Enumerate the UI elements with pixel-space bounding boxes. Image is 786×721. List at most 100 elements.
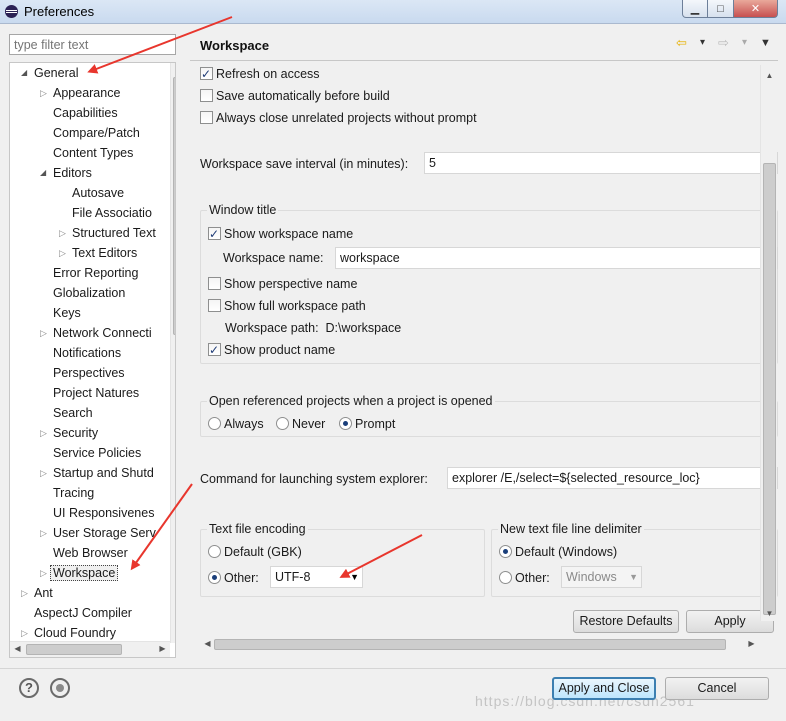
- forward-icon[interactable]: ⇨: [718, 35, 729, 51]
- tree-item-file-associatio[interactable]: File Associatio: [72, 203, 152, 223]
- settings-horizontal-scroll-thumb[interactable]: [214, 639, 726, 650]
- delimiter-other-option[interactable]: Other:: [499, 568, 550, 588]
- scroll-left-icon[interactable]: ◀: [10, 644, 25, 653]
- encoding-other-option[interactable]: Other:: [208, 568, 259, 588]
- help-icon[interactable]: ?: [19, 678, 39, 698]
- tree-item-service-policies[interactable]: Service Policies: [53, 443, 141, 463]
- tree-item-editors[interactable]: ◢ Editors: [40, 163, 92, 183]
- collapsed-arrow-icon[interactable]: ▷: [59, 223, 69, 243]
- show-product-name-row[interactable]: Show product name: [208, 340, 335, 360]
- collapsed-arrow-icon[interactable]: ▷: [40, 323, 50, 343]
- scroll-left-icon[interactable]: ◀: [200, 639, 215, 648]
- tree-horizontal-scrollbar[interactable]: ◀ ▶: [10, 641, 170, 657]
- tree-item-keys[interactable]: Keys: [53, 303, 81, 323]
- option-never[interactable]: Never: [276, 414, 325, 434]
- scroll-up-icon[interactable]: ▲: [171, 64, 176, 73]
- option-always[interactable]: Always: [208, 414, 264, 434]
- collapsed-arrow-icon[interactable]: ▷: [40, 463, 50, 483]
- settings-vertical-scroll-thumb[interactable]: [763, 163, 776, 615]
- cancel-button[interactable]: Cancel: [665, 677, 769, 700]
- tree-item-aspectj-compiler[interactable]: AspectJ Compiler: [34, 603, 132, 623]
- tree-item-perspectives[interactable]: Perspectives: [53, 363, 125, 383]
- save-interval-input[interactable]: 5: [424, 152, 778, 174]
- tree-item-content-types[interactable]: Content Types: [53, 143, 133, 163]
- collapsed-arrow-icon[interactable]: ▷: [21, 583, 31, 603]
- show-workspace-name-checkbox[interactable]: [208, 224, 221, 244]
- tree-item-notifications[interactable]: Notifications: [53, 343, 121, 363]
- always-radio[interactable]: [208, 417, 221, 430]
- tree-vertical-scrollbar[interactable]: ▲ ▼: [170, 63, 176, 643]
- tree-item-autosave[interactable]: Autosave: [72, 183, 124, 203]
- restore-defaults-button[interactable]: Restore Defaults: [573, 610, 679, 633]
- encoding-default-radio[interactable]: [208, 545, 221, 558]
- close-button[interactable]: ✕: [734, 0, 778, 18]
- tree-item-startup-and-shutd[interactable]: ▷ Startup and Shutd: [40, 463, 154, 483]
- tree-item-ant[interactable]: ▷ Ant: [21, 583, 53, 603]
- delimiter-default-option[interactable]: Default (Windows): [499, 542, 617, 562]
- tree-horizontal-scroll-thumb[interactable]: [26, 644, 122, 655]
- tree-item-web-browser[interactable]: Web Browser: [53, 543, 128, 563]
- scroll-right-icon[interactable]: ▶: [155, 644, 170, 653]
- show-perspective-name-checkbox[interactable]: [208, 277, 221, 290]
- tree-vertical-scroll-thumb[interactable]: [173, 77, 175, 335]
- settings-horizontal-scrollbar[interactable]: ◀ ▶: [200, 637, 760, 653]
- tree-item-structured-text[interactable]: ▷ Structured Text: [59, 223, 156, 243]
- show-full-path-checkbox[interactable]: [208, 299, 221, 312]
- back-icon[interactable]: ⇦: [676, 35, 687, 51]
- delimiter-select[interactable]: Windows ▼: [561, 566, 642, 588]
- tree-item-network-connecti[interactable]: ▷ Network Connecti: [40, 323, 152, 343]
- collapsed-arrow-icon[interactable]: ▷: [21, 623, 31, 643]
- explorer-command-input[interactable]: explorer /E,/select=${selected_resource_…: [447, 467, 778, 489]
- scroll-down-icon[interactable]: ▼: [171, 629, 176, 638]
- tree-item-search[interactable]: Search: [53, 403, 93, 423]
- tree-item-error-reporting[interactable]: Error Reporting: [53, 263, 138, 283]
- always-close-row[interactable]: Always close unrelated projects without …: [200, 108, 477, 128]
- refresh-on-access-row[interactable]: Refresh on access: [200, 64, 320, 84]
- encoding-select[interactable]: UTF-8 ▼: [270, 566, 363, 588]
- show-perspective-name-row[interactable]: Show perspective name: [208, 274, 357, 294]
- collapsed-arrow-icon[interactable]: ▷: [59, 243, 69, 263]
- workspace-name-input[interactable]: workspace: [335, 247, 778, 269]
- show-product-name-checkbox[interactable]: [208, 340, 221, 360]
- tree-item-project-natures[interactable]: Project Natures: [53, 383, 139, 403]
- tree-item-user-storage-serv[interactable]: ▷ User Storage Serv: [40, 523, 156, 543]
- import-export-icon[interactable]: [50, 678, 70, 698]
- tree-item-globalization[interactable]: Globalization: [53, 283, 125, 303]
- back-dropdown-icon[interactable]: ▾: [700, 37, 705, 48]
- encoding-default-option[interactable]: Default (GBK): [208, 542, 302, 562]
- collapsed-arrow-icon[interactable]: ▷: [40, 523, 50, 543]
- forward-dropdown-icon[interactable]: ▾: [742, 37, 747, 48]
- apply-and-close-button[interactable]: Apply and Close: [552, 677, 656, 700]
- scroll-right-icon[interactable]: ▶: [744, 639, 759, 648]
- option-prompt[interactable]: Prompt: [339, 414, 395, 434]
- show-full-path-row[interactable]: Show full workspace path: [208, 296, 366, 316]
- expanded-arrow-icon[interactable]: ◢: [40, 163, 50, 183]
- never-radio[interactable]: [276, 417, 289, 430]
- tree-item-ui-responsivenes[interactable]: UI Responsivenes: [53, 503, 154, 523]
- show-workspace-name-row[interactable]: Show workspace name: [208, 224, 353, 244]
- tree-item-workspace[interactable]: ▷ Workspace: [40, 563, 119, 583]
- minimize-button[interactable]: ▁: [682, 0, 708, 18]
- tree-item-cloud-foundry[interactable]: ▷ Cloud Foundry: [21, 623, 116, 643]
- delimiter-default-radio[interactable]: [499, 545, 512, 558]
- collapsed-arrow-icon[interactable]: ▷: [40, 83, 50, 103]
- encoding-other-radio[interactable]: [208, 571, 221, 584]
- save-automatically-checkbox[interactable]: [200, 89, 213, 102]
- filter-input[interactable]: [9, 34, 176, 55]
- scroll-down-icon[interactable]: ▼: [762, 609, 777, 618]
- collapsed-arrow-icon[interactable]: ▷: [40, 563, 50, 583]
- tree-item-tracing[interactable]: Tracing: [53, 483, 94, 503]
- scroll-up-icon[interactable]: ▲: [762, 71, 777, 80]
- tree-item-compare-patch[interactable]: Compare/Patch: [53, 123, 140, 143]
- prompt-radio[interactable]: [339, 417, 352, 430]
- tree-item-appearance[interactable]: ▷ Appearance: [40, 83, 120, 103]
- save-automatically-row[interactable]: Save automatically before build: [200, 86, 390, 106]
- tree-item-security[interactable]: ▷ Security: [40, 423, 98, 443]
- expanded-arrow-icon[interactable]: ◢: [21, 63, 31, 83]
- view-menu-icon[interactable]: ▼: [760, 37, 771, 49]
- tree-item-text-editors[interactable]: ▷ Text Editors: [59, 243, 137, 263]
- always-close-checkbox[interactable]: [200, 111, 213, 124]
- refresh-on-access-checkbox[interactable]: [200, 64, 213, 84]
- tree-item-general[interactable]: ◢ General: [21, 63, 78, 83]
- tree-item-capabilities[interactable]: Capabilities: [53, 103, 118, 123]
